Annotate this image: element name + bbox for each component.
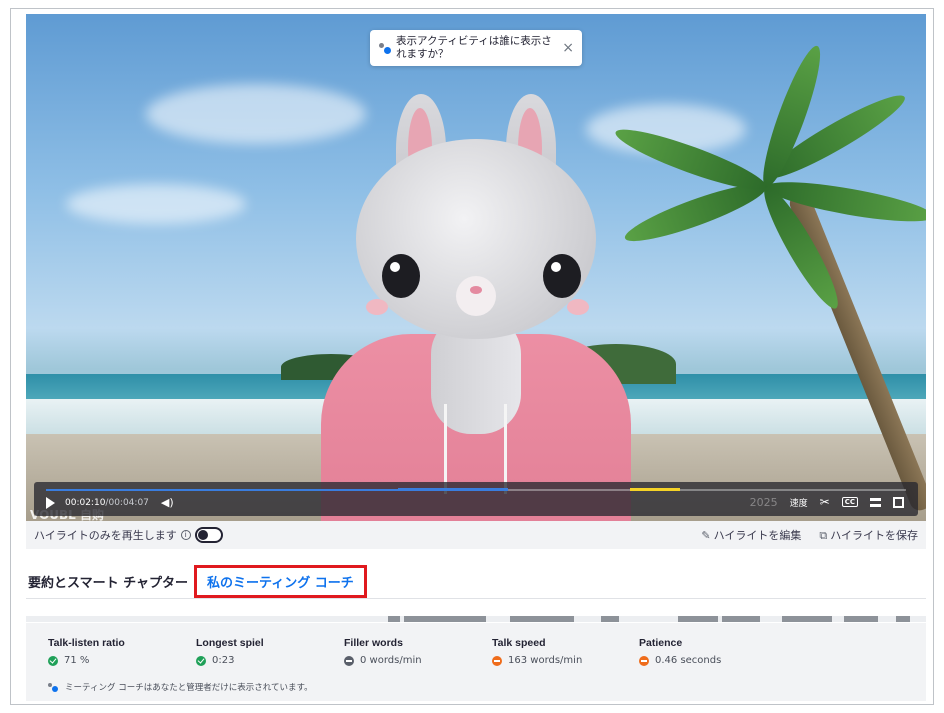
avatar-nose — [470, 286, 482, 294]
info-icon[interactable]: i — [180, 530, 191, 540]
close-icon[interactable]: × — [562, 40, 574, 56]
talk-timeline — [26, 616, 926, 622]
highlight-actions: ✎ ハイライトを編集 ⧉ ハイライトを保存 — [701, 527, 918, 543]
metric-title: Filler words — [344, 637, 403, 649]
privacy-note: ミーティング コーチはあなたと管理者だけに表示されています。 — [48, 681, 313, 693]
metric-value: 71 % — [64, 655, 90, 666]
timeline-segment — [896, 616, 910, 622]
toast-message: 表示アクティビティは誰に表示されますか？ — [396, 35, 552, 60]
pencil-icon: ✎ — [701, 529, 711, 542]
progress-highlight — [398, 488, 508, 491]
timeline-segment — [678, 616, 718, 622]
metric-title: Patience — [639, 637, 683, 649]
metric-talk-listen: Talk-listen ratio 71 % — [48, 637, 125, 666]
check-icon — [196, 655, 206, 666]
warning-icon — [639, 655, 649, 666]
cc-icon[interactable]: CC — [841, 497, 858, 507]
timeline-segment — [510, 616, 574, 622]
avatar-cheek — [366, 299, 388, 315]
save-highlights-button[interactable]: ⧉ ハイライトを保存 — [819, 527, 918, 543]
current-time: 00:02:10 — [65, 497, 106, 508]
people-icon — [48, 682, 60, 692]
timeline-segment — [388, 616, 400, 622]
metric-longest-spiel: Longest spiel 0:23 — [196, 637, 264, 666]
player-right-controls: 2025 速度 ✂ CC — [750, 495, 904, 509]
app-frame: 表示アクティビティは誰に表示されますか？ × VOUBL 自购 00:02:10… — [10, 8, 934, 705]
play-icon[interactable] — [46, 496, 55, 509]
scissors-icon[interactable]: ✂ — [820, 495, 830, 509]
timeline-segment — [844, 616, 878, 622]
avatar-muzzle — [456, 276, 496, 316]
speed-button[interactable]: 速度 — [790, 496, 808, 509]
metric-value: 0:23 — [212, 655, 235, 666]
volume-icon[interactable]: ◀) — [161, 496, 174, 509]
metric-value: 0.46 seconds — [655, 655, 722, 666]
avatar-cheek — [567, 299, 589, 315]
privacy-note-text: ミーティング コーチはあなたと管理者だけに表示されています。 — [65, 683, 313, 693]
minus-icon — [344, 655, 354, 666]
timeline-segment — [782, 616, 832, 622]
highlights-only-toggle[interactable] — [194, 527, 223, 543]
cloud — [146, 84, 366, 144]
fullscreen-icon[interactable] — [893, 496, 904, 508]
playback-group: 00:02:10 / 00:04:07 ◀) — [46, 496, 174, 509]
warning-icon — [492, 655, 502, 666]
timeline-segment — [722, 616, 760, 622]
date-overlay: 2025 — [749, 495, 778, 509]
meeting-coach-metrics: Talk-listen ratio 71 % Longest spiel 0:2… — [26, 623, 926, 701]
people-icon — [378, 41, 392, 55]
metric-title: Talk-listen ratio — [48, 637, 125, 649]
play-highlights-label: ハイライトのみを再生します — [34, 529, 177, 542]
progress-bar[interactable] — [46, 488, 906, 491]
timeline-segment — [601, 616, 619, 622]
avatar-eye — [543, 254, 581, 298]
metric-talk-speed: Talk speed 163 words/min — [492, 637, 582, 666]
metric-patience: Patience 0.46 seconds — [639, 637, 721, 666]
video-player[interactable]: 表示アクティビティは誰に表示されますか？ × VOUBL 自购 00:02:10… — [26, 14, 926, 521]
save-highlights-label: ハイライトを保存 — [830, 529, 918, 542]
tab-bar: 要約とスマート チャプター 私のミーティング コーチ — [26, 565, 926, 599]
chapters-icon[interactable] — [870, 497, 881, 507]
hoodie-string — [504, 404, 507, 494]
metric-value: 163 words/min — [508, 655, 583, 666]
tab-summary-chapters[interactable]: 要約とスマート チャプター — [28, 572, 188, 591]
metric-title: Talk speed — [492, 637, 546, 649]
progress-highlight — [630, 488, 680, 491]
metric-value: 0 words/min — [360, 655, 422, 666]
check-icon — [48, 655, 58, 666]
metric-title: Longest spiel — [196, 637, 264, 649]
timeline-segment — [404, 616, 486, 622]
activity-visibility-toast: 表示アクティビティは誰に表示されますか？ × — [370, 30, 582, 66]
hoodie-string — [444, 404, 447, 494]
avatar-eye — [382, 254, 420, 298]
metric-filler-words: Filler words 0 words/min — [344, 637, 422, 666]
total-time: 00:04:07 — [108, 497, 149, 508]
tab-meeting-coach[interactable]: 私のミーティング コーチ — [194, 565, 367, 598]
edit-highlights-label: ハイライトを編集 — [713, 529, 802, 542]
highlight-bar: ハイライトのみを再生します i ✎ ハイライトを編集 ⧉ ハイライトを保存 — [26, 521, 926, 549]
cloud — [66, 184, 246, 224]
save-icon: ⧉ — [819, 529, 828, 542]
player-controls: 00:02:10 / 00:04:07 ◀) 2025 速度 ✂ CC — [34, 482, 918, 516]
edit-highlights-button[interactable]: ✎ ハイライトを編集 — [701, 527, 801, 543]
